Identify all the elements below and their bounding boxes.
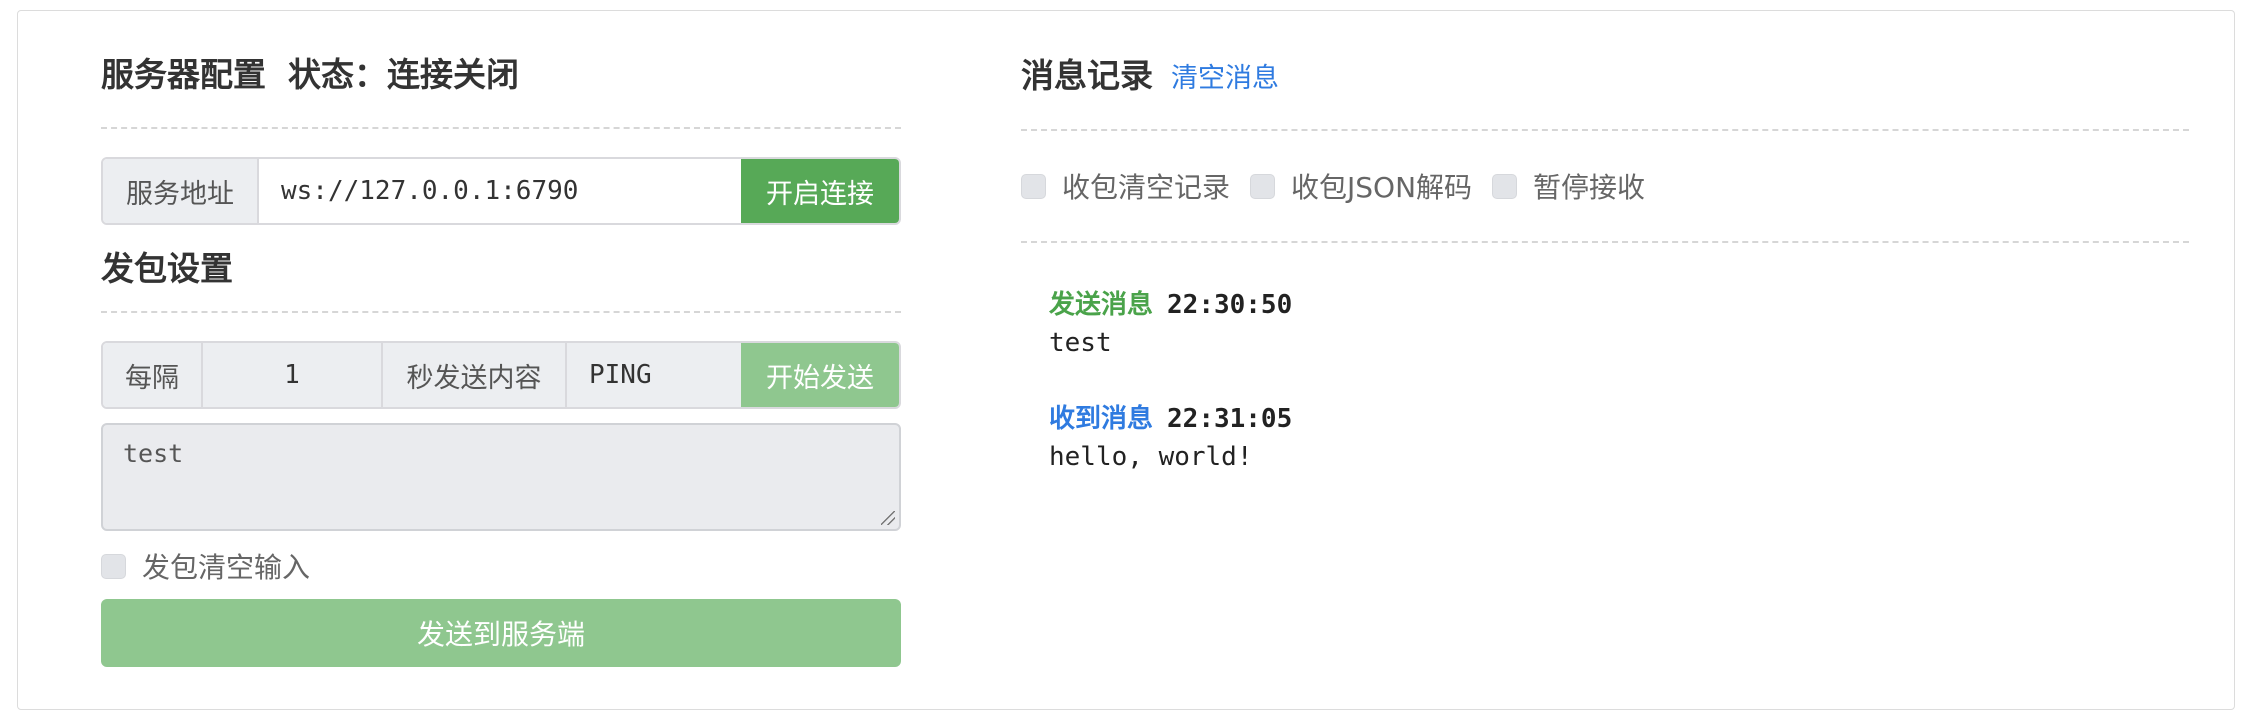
clear-input-row: 发包清空输入 <box>101 533 901 599</box>
message-item: 发送消息 22:30:50 test <box>1049 287 2189 363</box>
message-time: 22:31:05 <box>1167 404 1293 434</box>
every-label: 每隔 <box>103 343 203 407</box>
status-value: 连接关闭 <box>387 55 519 94</box>
pause-receive-checkbox[interactable] <box>1492 173 1518 199</box>
left-column: 服务器配置 状态：连接关闭 服务地址 ws://127.0.0.1:6790 开启… <box>101 21 901 667</box>
send-to-server-button[interactable]: 发送到服务端 <box>101 599 901 667</box>
clear-input-checkbox[interactable] <box>101 553 126 579</box>
message-kind: 发送消息 <box>1049 290 1154 320</box>
interval-input[interactable]: 1 <box>203 343 383 407</box>
status-label: 状态： <box>288 55 387 94</box>
json-decode-checkbox[interactable] <box>1250 173 1276 199</box>
interval-content-input[interactable]: PING <box>567 343 741 407</box>
option-json-decode[interactable]: 收包JSON解码 <box>1250 166 1472 206</box>
clear-messages-link[interactable]: 清空消息 <box>1171 63 1279 94</box>
connect-button[interactable]: 开启连接 <box>741 159 899 223</box>
message-header: 收到消息 22:31:05 <box>1049 401 2189 437</box>
message-kind: 收到消息 <box>1049 404 1154 434</box>
message-list: 发送消息 22:30:50 test 收到消息 22:31:05 hello, wo… <box>1021 243 2189 477</box>
message-log-header: 消息记录 清空消息 <box>1021 21 2189 131</box>
option-pause-receive[interactable]: 暂停接收 <box>1492 166 1645 206</box>
right-column: 消息记录 清空消息 收包清空记录 收包JSON解码 暂停接收 发送消息 22:30:… <box>1021 21 2189 515</box>
server-address-group: 服务地址 ws://127.0.0.1:6790 开启连接 <box>101 157 901 225</box>
message-time: 22:30:50 <box>1167 290 1293 320</box>
send-settings-title: 发包设置 <box>101 233 901 313</box>
message-textarea[interactable]: test <box>101 423 901 531</box>
message-textarea-text: test <box>123 439 184 468</box>
log-options-row: 收包清空记录 收包JSON解码 暂停接收 <box>1021 131 2189 243</box>
seconds-content-label: 秒发送内容 <box>383 343 567 407</box>
message-item: 收到消息 22:31:05 hello, world! <box>1049 401 2189 477</box>
interval-send-group: 每隔 1 秒发送内容 PING 开始发送 <box>101 341 901 409</box>
option-label: 收包清空记录 <box>1062 171 1231 204</box>
server-config-title: 服务器配置 <box>101 55 266 94</box>
server-config-header: 服务器配置 状态：连接关闭 <box>101 21 901 129</box>
clear-input-checkbox-item[interactable]: 发包清空输入 <box>101 546 310 586</box>
option-clear-on-receive[interactable]: 收包清空记录 <box>1021 166 1230 206</box>
resize-grip-icon[interactable] <box>881 511 895 525</box>
clear-input-label: 发包清空输入 <box>142 551 311 584</box>
main-panel: 服务器配置 状态：连接关闭 服务地址 ws://127.0.0.1:6790 开启… <box>17 10 2235 710</box>
server-address-input[interactable]: ws://127.0.0.1:6790 <box>259 159 741 223</box>
server-address-label: 服务地址 <box>103 159 259 223</box>
message-body: hello, world! <box>1049 442 1253 472</box>
option-label: 收包JSON解码 <box>1291 171 1473 204</box>
start-send-button[interactable]: 开始发送 <box>741 343 899 407</box>
message-header: 发送消息 22:30:50 <box>1049 287 2189 323</box>
message-log-title: 消息记录 <box>1021 56 1153 95</box>
message-body: test <box>1049 328 1112 358</box>
clear-on-receive-checkbox[interactable] <box>1021 173 1046 199</box>
option-label: 暂停接收 <box>1533 171 1646 204</box>
